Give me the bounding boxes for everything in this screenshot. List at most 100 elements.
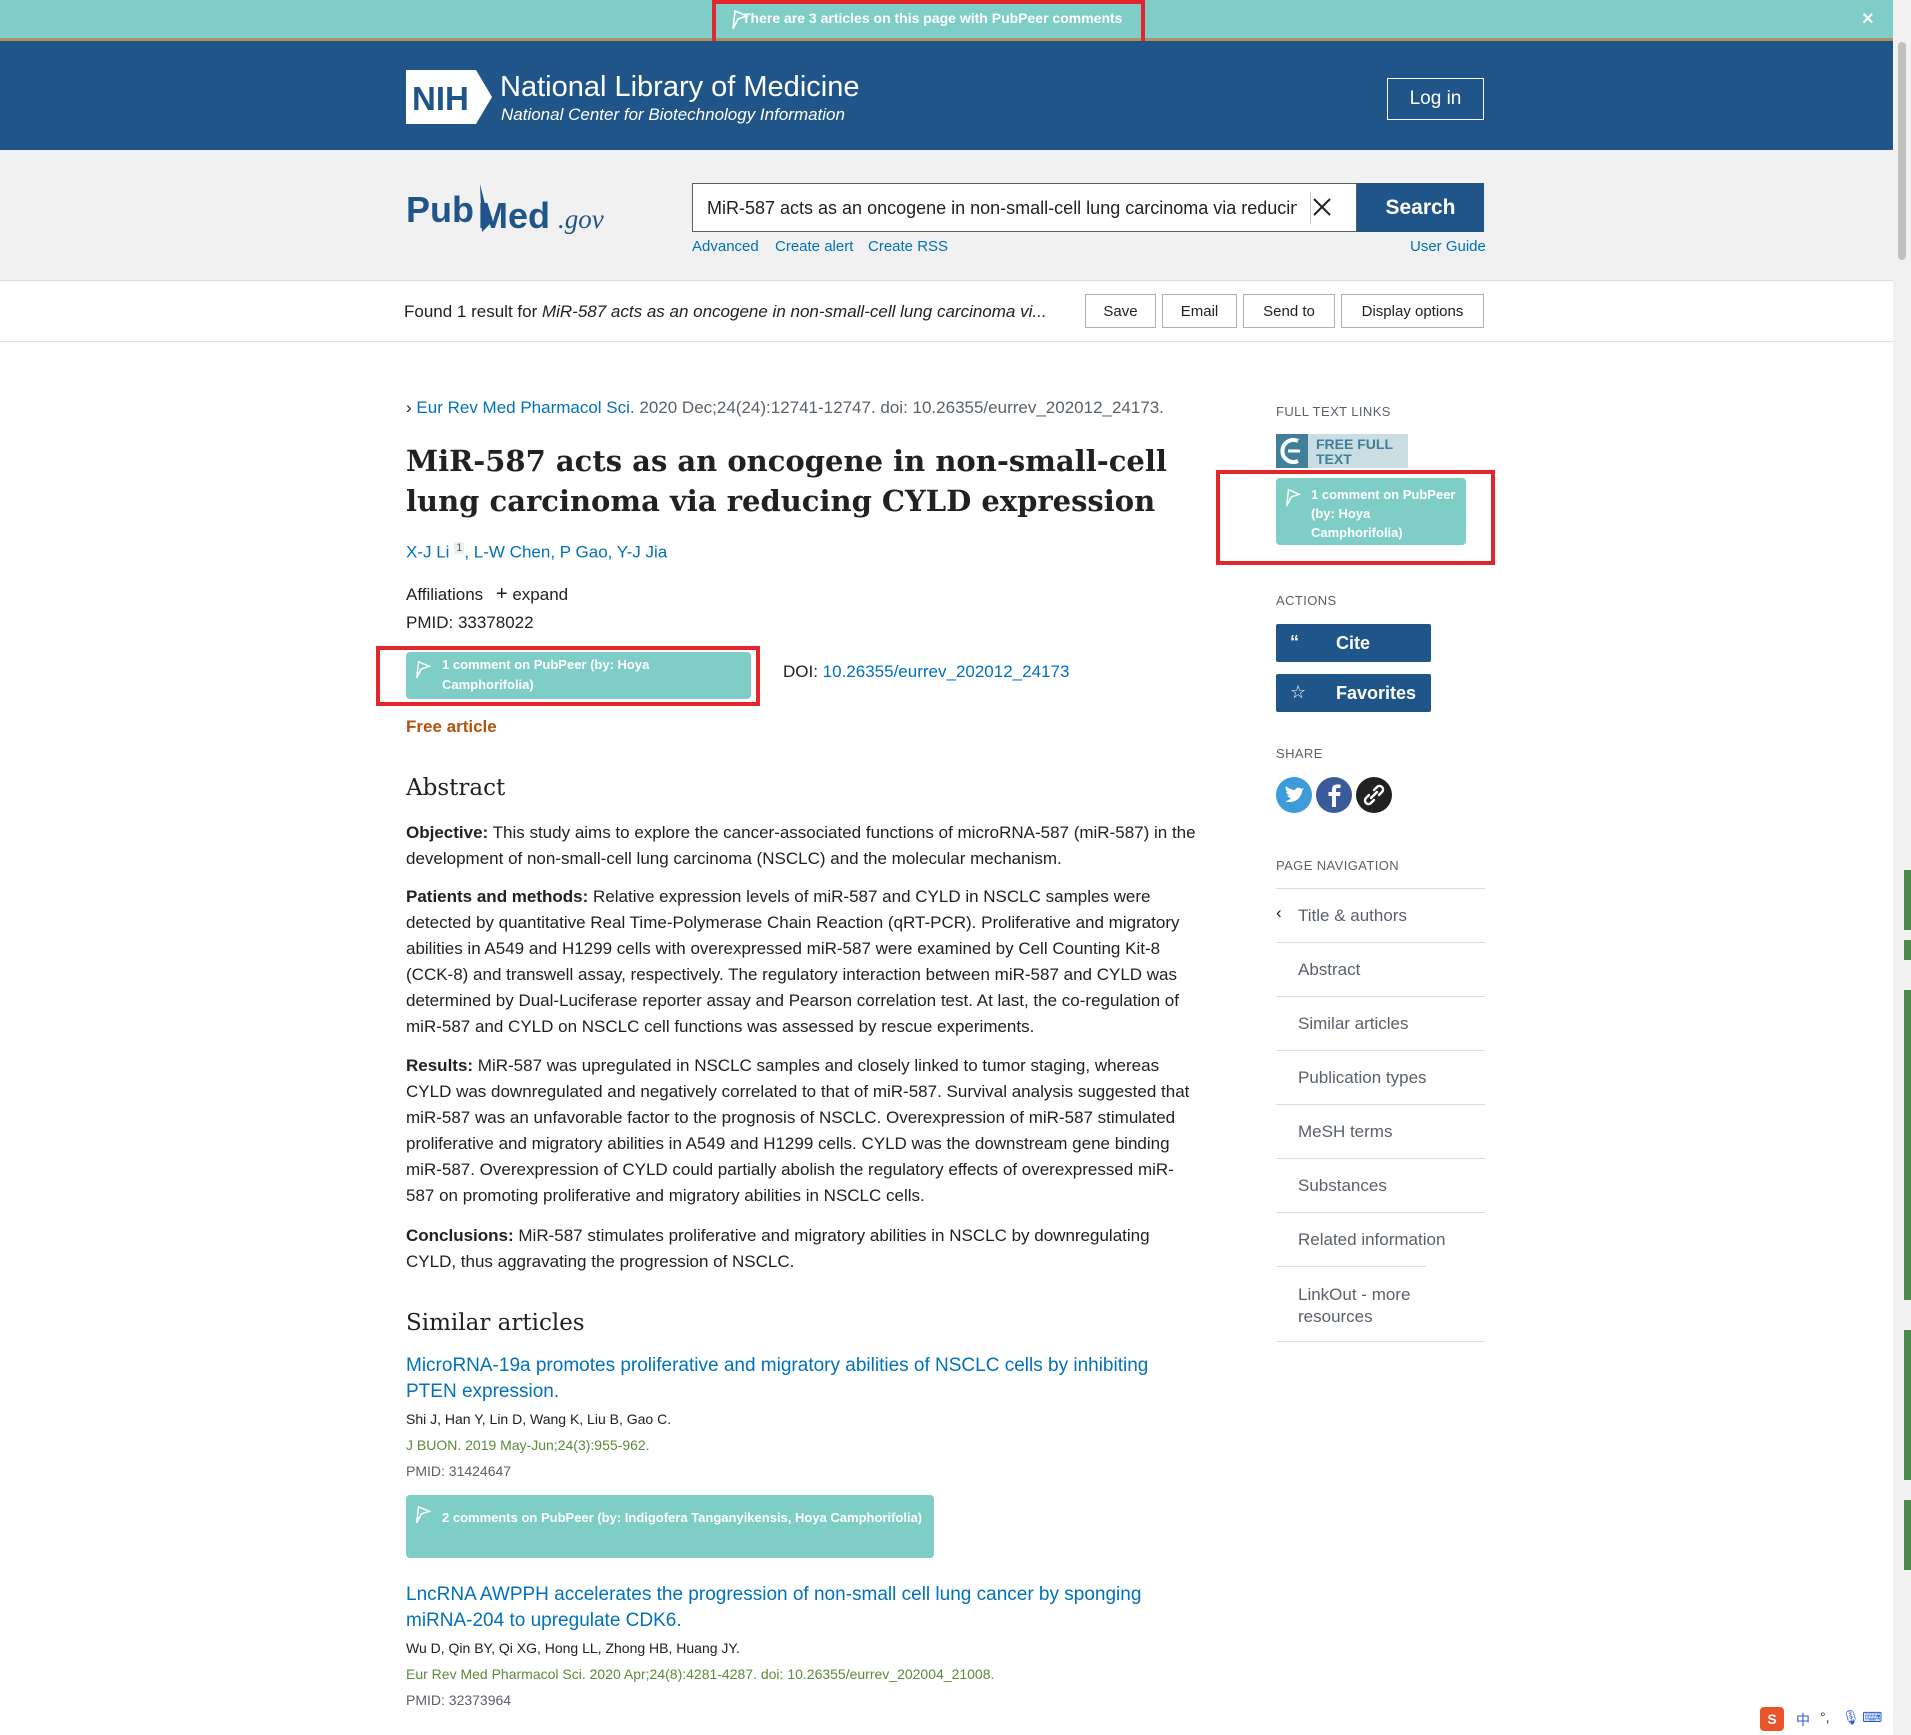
section-label: Results: xyxy=(406,1056,474,1075)
nav-item-similar-articles[interactable]: Similar articles xyxy=(1276,996,1485,1050)
nav-item-substances[interactable]: Substances xyxy=(1276,1158,1485,1212)
favorites-button[interactable]: ☆ Favorites xyxy=(1276,674,1431,712)
actions-label: ACTIONS xyxy=(1276,593,1337,608)
svg-text:Med: Med xyxy=(478,195,550,236)
close-icon[interactable]: × xyxy=(1862,8,1874,31)
similar-article-title[interactable]: LncRNA AWPPH accelerates the progression… xyxy=(406,1582,1196,1634)
create-alert-link[interactable]: Create alert xyxy=(775,238,853,255)
highlight-box xyxy=(1216,470,1495,565)
search-box xyxy=(692,183,1357,233)
free-article-label: Free article xyxy=(406,717,497,736)
nav-divider xyxy=(1276,1341,1485,1342)
nav-item-linkout[interactable]: LinkOut - more resources xyxy=(1276,1266,1426,1341)
save-button[interactable]: Save xyxy=(1085,294,1156,328)
author-link[interactable]: Y-J Jia xyxy=(617,543,667,562)
chevron-right-icon[interactable]: › xyxy=(406,398,412,417)
pubpeer-icon xyxy=(415,1505,432,1524)
ime-logo-icon[interactable]: S xyxy=(1760,1707,1784,1731)
login-button[interactable]: Log in xyxy=(1387,78,1484,120)
expand-label: expand xyxy=(512,585,569,604)
nav-item-label: Similar articles xyxy=(1298,1014,1409,1033)
full-text-links-label: FULL TEXT LINKS xyxy=(1276,404,1391,419)
display-options-button[interactable]: Display options xyxy=(1341,294,1484,328)
search-button[interactable]: Search xyxy=(1357,183,1484,232)
pubmed-logo[interactable]: Pub Med .gov xyxy=(406,178,616,247)
nih-title: National Library of Medicine xyxy=(500,71,860,103)
article-citation: › Eur Rev Med Pharmacol Sci. 2020 Dec;24… xyxy=(406,398,1164,418)
plus-icon: + xyxy=(495,583,508,605)
page-navigation-label: PAGE NAVIGATION xyxy=(1276,858,1400,873)
nav-item-label: Related information xyxy=(1298,1230,1446,1249)
pubpeer-comment-text: 2 comments on PubPeer (by: Indigofera Ta… xyxy=(442,1510,923,1525)
journal-link[interactable]: Eur Rev Med Pharmacol Sci. xyxy=(416,398,634,417)
section-label: Objective: xyxy=(406,823,489,842)
share-label: SHARE xyxy=(1276,746,1323,761)
page-scrollbar[interactable] xyxy=(1893,0,1911,1735)
pubpeer-comment-badge[interactable]: 2 comments on PubPeer (by: Indigofera Ta… xyxy=(406,1495,934,1558)
svg-text:TEXT: TEXT xyxy=(1316,451,1352,467)
search-input[interactable] xyxy=(705,184,1299,233)
cite-label: Cite xyxy=(1336,633,1371,653)
similar-article-citation: J BUON. 2019 May-Jun;24(3):955-962. xyxy=(406,1437,650,1453)
doi: DOI: 10.26355/eurrev_202012_24173 xyxy=(783,662,1069,682)
nav-item-label: Abstract xyxy=(1298,960,1361,979)
author-link[interactable]: X-J Li xyxy=(406,543,449,562)
nav-item-abstract[interactable]: Abstract xyxy=(1276,942,1485,996)
nav-item-label: Publication types xyxy=(1298,1068,1427,1087)
nav-item-related-information[interactable]: Related information xyxy=(1276,1212,1485,1266)
found-query: MiR-587 acts as an oncogene in non-small… xyxy=(541,302,1047,321)
advanced-search-link[interactable]: Advanced xyxy=(692,238,759,255)
affiliations-label: Affiliations xyxy=(406,585,484,604)
section-text: MiR-587 stimulates proliferative and mig… xyxy=(406,1226,1150,1271)
nih-subtitle: National Center for Biotechnology Inform… xyxy=(501,105,845,124)
similar-article-title[interactable]: MicroRNA-19a promotes proliferative and … xyxy=(406,1353,1196,1405)
nih-header: NIH National Library of Medicine Nationa… xyxy=(0,41,1893,150)
citation-details: 2020 Dec;24(24):12741-12747. doi: 10.263… xyxy=(634,398,1164,417)
similar-article-authors: Shi J, Han Y, Lin D, Wang K, Liu B, Gao … xyxy=(406,1411,672,1427)
punctuation-icon[interactable]: °, xyxy=(1820,1709,1830,1725)
ime-language[interactable]: 中 xyxy=(1796,1710,1810,1730)
scroll-marker xyxy=(1904,990,1911,1300)
similar-article-pmid: PMID: 31424647 xyxy=(406,1463,512,1479)
author-link[interactable]: L-W Chen xyxy=(474,543,551,562)
abstract-methods: Patients and methods: Relative expressio… xyxy=(406,884,1196,1040)
cite-button[interactable]: “ Cite xyxy=(1276,624,1431,662)
nav-item-publication-types[interactable]: Publication types xyxy=(1276,1050,1485,1104)
favorites-label: Favorites xyxy=(1336,683,1417,703)
svg-text:FREE FULL: FREE FULL xyxy=(1316,436,1393,452)
article-title: MiR-587 acts as an oncogene in non-small… xyxy=(406,444,1167,518)
free-full-text-link[interactable]: FREE FULL TEXT xyxy=(1276,434,1408,468)
twitter-icon[interactable] xyxy=(1276,777,1312,813)
nav-item-title-authors[interactable]: ‹ Title & authors xyxy=(1276,888,1485,942)
email-button[interactable]: Email xyxy=(1162,294,1237,328)
nav-item-label: Title & authors xyxy=(1298,906,1407,925)
section-label: Patients and methods: xyxy=(406,887,589,906)
section-text: Relative expression levels of miR-587 an… xyxy=(406,887,1180,1036)
affiliations-toggle[interactable]: Affiliations + expand xyxy=(406,583,568,606)
svg-text:NIH: NIH xyxy=(412,80,469,117)
section-label: Conclusions: xyxy=(406,1226,514,1245)
doi-link[interactable]: 10.26355/eurrev_202012_24173 xyxy=(823,662,1070,681)
send-to-button[interactable]: Send to xyxy=(1243,294,1335,328)
nav-item-label: MeSH terms xyxy=(1298,1122,1393,1141)
clear-icon[interactable] xyxy=(1309,194,1335,220)
user-guide-link[interactable]: User Guide xyxy=(1410,238,1486,255)
scrollbar-thumb[interactable] xyxy=(1898,42,1906,260)
found-results-text: Found 1 result for MiR-587 acts as an on… xyxy=(404,302,1047,322)
microphone-icon[interactable]: 🎙 xyxy=(1842,1709,1860,1726)
abstract-results: Results: MiR-587 was upregulated in NSCL… xyxy=(406,1053,1196,1209)
keyboard-icon[interactable]: ⌨ xyxy=(1862,1709,1882,1726)
nih-logo[interactable]: NIH xyxy=(406,70,492,124)
scroll-marker xyxy=(1904,870,1911,930)
nav-item-mesh-terms[interactable]: MeSH terms xyxy=(1276,1104,1485,1158)
similar-articles-heading: Similar articles xyxy=(406,1310,585,1336)
abstract-heading: Abstract xyxy=(406,775,506,801)
scroll-marker xyxy=(1904,940,1911,960)
link-icon[interactable] xyxy=(1356,777,1392,813)
facebook-icon[interactable] xyxy=(1316,777,1352,813)
pmid: PMID: 33378022 xyxy=(406,613,534,632)
create-rss-link[interactable]: Create RSS xyxy=(868,238,948,255)
affiliation-marker[interactable]: 1 xyxy=(454,542,465,554)
similar-article-pmid: PMID: 32373964 xyxy=(406,1692,512,1708)
author-link[interactable]: P Gao xyxy=(560,543,608,562)
